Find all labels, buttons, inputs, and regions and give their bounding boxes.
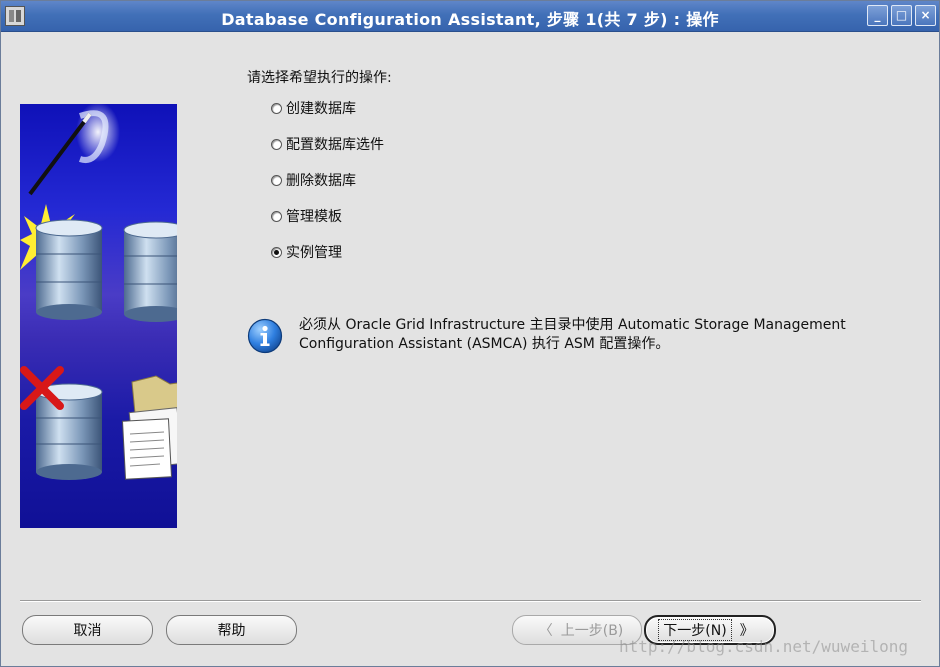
operation-prompt: 请选择希望执行的操作: bbox=[247, 70, 392, 86]
radio-manage-templates[interactable] bbox=[271, 210, 282, 222]
back-button-label: 上一步(B) bbox=[560, 623, 624, 639]
radio-create-database[interactable] bbox=[271, 102, 282, 114]
window-title: Database Configuration Assistant, 步骤 1(共… bbox=[221, 10, 719, 29]
option-label: 实例管理 bbox=[286, 245, 342, 261]
option-delete-database[interactable]: 删除数据库 bbox=[271, 171, 356, 189]
option-label: 创建数据库 bbox=[286, 101, 356, 117]
option-label: 配置数据库选件 bbox=[286, 137, 384, 153]
radio-delete-database[interactable] bbox=[271, 174, 282, 186]
help-button[interactable]: 帮助 bbox=[166, 615, 297, 645]
radio-instance-management[interactable] bbox=[271, 246, 282, 258]
info-message-line-2: Configuration Assistant (ASMCA) 执行 ASM 配… bbox=[299, 336, 670, 352]
title-bar[interactable]: Database Configuration Assistant, 步骤 1(共… bbox=[1, 1, 939, 32]
cancel-button[interactable]: 取消 bbox=[22, 615, 153, 645]
close-button[interactable]: × bbox=[915, 5, 936, 26]
radio-configure-database-options[interactable] bbox=[271, 138, 282, 150]
maximize-button[interactable]: □ bbox=[891, 5, 912, 26]
option-configure-database-options[interactable]: 配置数据库选件 bbox=[271, 135, 384, 153]
chevron-left-icon: 〈 bbox=[538, 623, 553, 639]
option-instance-management[interactable]: 实例管理 bbox=[271, 243, 342, 261]
option-label: 删除数据库 bbox=[286, 173, 356, 189]
option-create-database[interactable]: 创建数据库 bbox=[271, 99, 356, 117]
dialog-window: Database Configuration Assistant, 步骤 1(共… bbox=[0, 0, 940, 667]
watermark: http://blog.csdn.net/wuweilong bbox=[619, 637, 908, 656]
button-divider bbox=[20, 600, 921, 602]
minimize-button[interactable]: _ bbox=[867, 5, 888, 26]
option-manage-templates[interactable]: 管理模板 bbox=[271, 207, 342, 225]
option-label: 管理模板 bbox=[286, 209, 342, 225]
database-illustration-icon bbox=[20, 104, 177, 480]
wizard-illustration bbox=[20, 104, 177, 528]
content-area: 请选择希望执行的操作: 创建数据库 配置数据库选件 删除数据库 管理模板 实例管… bbox=[1, 32, 939, 666]
info-message-line-1: 必须从 Oracle Grid Infrastructure 主目录中使用 Au… bbox=[299, 317, 846, 333]
info-icon bbox=[247, 318, 283, 354]
info-message: 必须从 Oracle Grid Infrastructure 主目录中使用 Au… bbox=[299, 316, 846, 354]
